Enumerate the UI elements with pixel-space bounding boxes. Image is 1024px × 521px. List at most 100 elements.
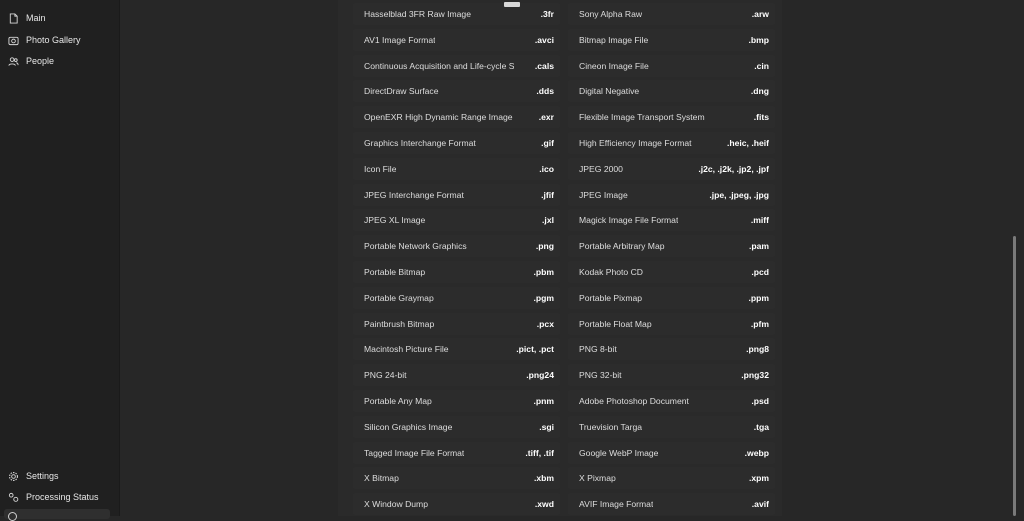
format-row[interactable]: OpenEXR High Dynamic Range Image File .ex… (353, 106, 560, 128)
format-extension: .heic, .heif (726, 138, 769, 148)
format-extension: .avif (751, 499, 769, 509)
format-row[interactable]: Portable Any Map .pnm (353, 390, 560, 412)
format-row[interactable]: High Efficiency Image Format .heic, .heif (568, 132, 775, 154)
format-name: PNG 24-bit (364, 370, 407, 380)
format-extension: .webp (744, 448, 769, 458)
format-row[interactable]: Bitmap Image File .bmp (568, 29, 775, 51)
format-extension: .pbm (533, 267, 554, 277)
format-name: Portable Bitmap (364, 267, 426, 277)
partial-icon (8, 512, 17, 521)
format-extension: .fits (753, 112, 769, 122)
format-row[interactable]: X Pixmap .xpm (568, 467, 775, 489)
sidebar: Main Photo Gallery People Settings Proce… (0, 0, 120, 521)
format-row[interactable]: Cineon Image File .cin (568, 55, 775, 77)
format-row[interactable]: Continuous Acquisition and Life-cycle S.… (353, 55, 560, 77)
format-name: Graphics Interchange Format (364, 138, 476, 148)
drag-handle[interactable] (504, 2, 520, 7)
format-name: Adobe Photoshop Document (579, 396, 689, 406)
format-name: PNG 8-bit (579, 344, 617, 354)
format-row[interactable]: PNG 32-bit .png32 (568, 364, 775, 386)
format-extension: .cin (754, 61, 769, 71)
format-extension: .tiff, .tif (525, 448, 554, 458)
format-name: Kodak Photo CD (579, 267, 644, 277)
processing-icon (7, 491, 19, 503)
format-row[interactable]: X Window Dump .xwd (353, 493, 560, 515)
format-row[interactable]: Adobe Photoshop Document .psd (568, 390, 775, 412)
sidebar-item-processing-status[interactable]: Processing Status (0, 487, 119, 507)
format-extension: .miff (750, 215, 769, 225)
format-row[interactable]: JPEG 2000 .j2c, .j2k, .jp2, .jpf (568, 158, 775, 180)
format-row[interactable]: X Bitmap .xbm (353, 467, 560, 489)
format-row[interactable]: Truevision Targa .tga (568, 416, 775, 438)
format-extension: .ico (539, 164, 554, 174)
format-row[interactable]: Macintosh Picture File .pict, .pct (353, 338, 560, 360)
format-extension: .j2c, .j2k, .jp2, .jpf (698, 164, 769, 174)
sidebar-item-main[interactable]: Main (0, 8, 119, 28)
format-extension: .pict, .pct (516, 344, 554, 354)
format-name: Google WebP Image (579, 448, 659, 458)
gear-icon (7, 470, 19, 482)
format-extension: .jpe, .jpeg, .jpg (709, 190, 769, 200)
format-extension: .psd (751, 396, 769, 406)
format-row[interactable]: Paintbrush Bitmap .pcx (353, 313, 560, 335)
format-extension: .pcx (536, 319, 554, 329)
format-row[interactable]: Portable Network Graphics .png (353, 235, 560, 257)
sidebar-item-partial[interactable] (4, 509, 110, 519)
format-extension: .jfif (541, 190, 554, 200)
format-row[interactable]: Digital Negative .dng (568, 80, 775, 102)
format-name: Portable Float Map (579, 319, 652, 329)
format-row[interactable]: Icon File .ico (353, 158, 560, 180)
sidebar-item-people[interactable]: People (0, 51, 119, 71)
format-name: Portable Graymap (364, 293, 434, 303)
format-extension: .3fr (540, 9, 554, 19)
format-extension: .png8 (746, 344, 769, 354)
format-row[interactable]: JPEG Image .jpe, .jpeg, .jpg (568, 184, 775, 206)
format-extension: .pfm (750, 319, 769, 329)
format-row[interactable]: PNG 24-bit .png24 (353, 364, 560, 386)
sidebar-item-photo-gallery[interactable]: Photo Gallery (0, 30, 119, 50)
format-row[interactable]: Portable Pixmap .ppm (568, 287, 775, 309)
format-row[interactable]: Tagged Image File Format .tiff, .tif (353, 442, 560, 464)
format-row[interactable]: Graphics Interchange Format .gif (353, 132, 560, 154)
format-name: JPEG 2000 (579, 164, 623, 174)
format-row[interactable]: Kodak Photo CD .pcd (568, 261, 775, 283)
format-extension: .pam (748, 241, 769, 251)
format-row[interactable]: JPEG Interchange Format .jfif (353, 184, 560, 206)
format-extension: .xwd (534, 499, 554, 509)
format-row[interactable]: Sony Alpha Raw .arw (568, 3, 775, 25)
format-row[interactable]: PNG 8-bit .png8 (568, 338, 775, 360)
format-row[interactable]: AV1 Image Format .avci (353, 29, 560, 51)
format-row[interactable]: Portable Graymap .pgm (353, 287, 560, 309)
format-name: Macintosh Picture File (364, 344, 449, 354)
format-name: Portable Network Graphics (364, 241, 467, 251)
format-row[interactable]: Hasselblad 3FR Raw Image .3fr (353, 3, 560, 25)
format-name: DirectDraw Surface (364, 86, 439, 96)
format-row[interactable]: Portable Bitmap .pbm (353, 261, 560, 283)
sidebar-item-settings[interactable]: Settings (0, 466, 119, 486)
scrollbar-thumb[interactable] (1013, 236, 1016, 516)
format-row[interactable]: JPEG XL Image .jxl (353, 209, 560, 231)
format-extension: .bmp (748, 35, 769, 45)
format-row[interactable]: Flexible Image Transport System .fits (568, 106, 775, 128)
format-row[interactable]: Google WebP Image .webp (568, 442, 775, 464)
format-extension: .exr (538, 112, 554, 122)
format-row[interactable]: Silicon Graphics Image .sgi (353, 416, 560, 438)
sidebar-item-label: People (26, 56, 55, 66)
format-row[interactable]: AVIF Image Format .avif (568, 493, 775, 515)
format-name: Sony Alpha Raw (579, 9, 643, 19)
format-row[interactable]: Portable Arbitrary Map .pam (568, 235, 775, 257)
format-extension: .pcd (751, 267, 769, 277)
format-extension: .sgi (539, 422, 554, 432)
format-extension: .png24 (526, 370, 554, 380)
format-name: X Window Dump (364, 499, 428, 509)
format-row[interactable]: DirectDraw Surface .dds (353, 80, 560, 102)
format-name: Flexible Image Transport System (579, 112, 705, 122)
format-extension: .pnm (533, 396, 554, 406)
format-extension: .dds (536, 86, 554, 96)
format-name: Magick Image File Format (579, 215, 679, 225)
format-row[interactable]: Portable Float Map .pfm (568, 313, 775, 335)
format-extension: .pgm (533, 293, 554, 303)
format-name: Tagged Image File Format (364, 448, 465, 458)
format-name: Hasselblad 3FR Raw Image (364, 9, 471, 19)
format-row[interactable]: Magick Image File Format .miff (568, 209, 775, 231)
